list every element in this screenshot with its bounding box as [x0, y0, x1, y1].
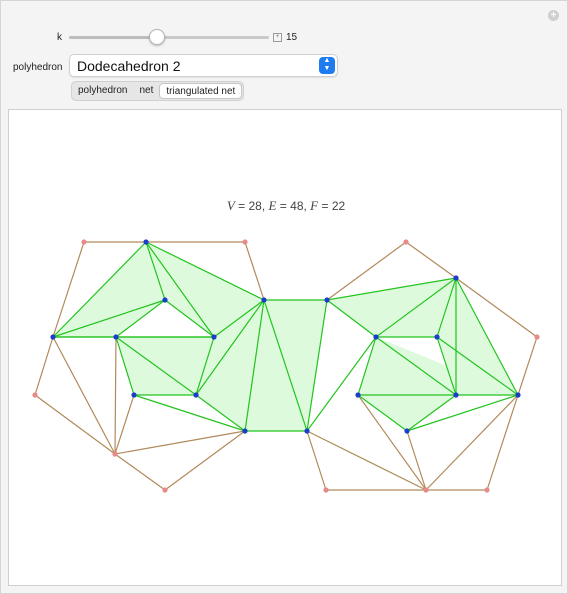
net-vertex: [355, 392, 361, 398]
net-vertex: [423, 487, 429, 493]
k-label: k: [57, 32, 62, 43]
net-edge-brown: [34, 336, 54, 396]
net-vertex: [323, 487, 329, 493]
polyhedron-selected-value: Dodecahedron 2: [77, 58, 181, 74]
tab-polyhedron[interactable]: polyhedron: [72, 82, 133, 100]
net-vertex: [404, 428, 410, 434]
view-segmented-control: polyhedron net triangulated net: [71, 81, 245, 101]
net-edge-brown: [34, 394, 116, 455]
polyhedron-label: polyhedron: [13, 62, 63, 73]
net-vertex: [50, 334, 56, 340]
net-edge-brown: [486, 394, 519, 491]
net-vertex: [131, 392, 137, 398]
k-slider-thumb[interactable]: [149, 29, 165, 45]
net-edge-brown: [114, 430, 246, 455]
polyhedron-select[interactable]: Dodecahedron 2 ▲ ▼: [69, 54, 338, 77]
tab-triangulated-net[interactable]: triangulated net: [159, 83, 243, 99]
k-slider-fill: [69, 36, 157, 39]
net-edge-brown: [164, 430, 246, 491]
net-edge-brown: [244, 241, 265, 301]
net-edge-brown: [405, 241, 457, 279]
slider-expand-icon[interactable]: +: [273, 33, 282, 42]
net-vertex: [242, 428, 248, 434]
net-vertex: [113, 334, 119, 340]
net-edge-brown: [114, 394, 135, 455]
net-edge-brown: [52, 336, 116, 455]
net-edge-brown: [114, 336, 117, 455]
net-vertex: [324, 297, 330, 303]
net-edge-brown: [306, 430, 427, 491]
k-slider[interactable]: [69, 29, 269, 45]
k-value: 15: [286, 32, 298, 43]
net-vertex: [143, 239, 149, 245]
net-vertex: [81, 239, 87, 245]
net-edge-brown: [517, 336, 538, 396]
net-vertex: [304, 428, 310, 434]
net-vertex: [373, 334, 379, 340]
net-vertex: [193, 392, 199, 398]
triangulated-net-graphic: [32, 239, 540, 493]
net-vertex: [242, 239, 248, 245]
net-vertex: [453, 275, 459, 281]
net-edge-brown: [406, 430, 427, 491]
net-edge-brown: [425, 394, 519, 491]
net-vertex: [534, 334, 540, 340]
net-vertex: [484, 487, 490, 493]
net-vertex: [515, 392, 521, 398]
net-vertex: [162, 487, 168, 493]
net-vertex: [112, 451, 118, 457]
add-icon[interactable]: +: [548, 10, 559, 21]
net-vertex: [261, 297, 267, 303]
net-edge-brown: [306, 430, 327, 491]
updown-chevron-icon: ▲ ▼: [319, 57, 335, 74]
net-canvas: V = 28, E = 48, F = 22: [8, 109, 562, 586]
tab-net[interactable]: net: [133, 82, 159, 100]
net-vertex: [403, 239, 409, 245]
net-vertex: [211, 334, 217, 340]
net-vertex: [434, 334, 440, 340]
net-vertex: [453, 392, 459, 398]
net-vertex: [32, 392, 38, 398]
net-vertex: [162, 297, 168, 303]
manipulate-panel: + k + 15 polyhedron Dodecahedron 2 ▲ ▼ po…: [0, 0, 568, 594]
net-edge-brown: [114, 453, 166, 491]
net-face: [53, 242, 165, 337]
